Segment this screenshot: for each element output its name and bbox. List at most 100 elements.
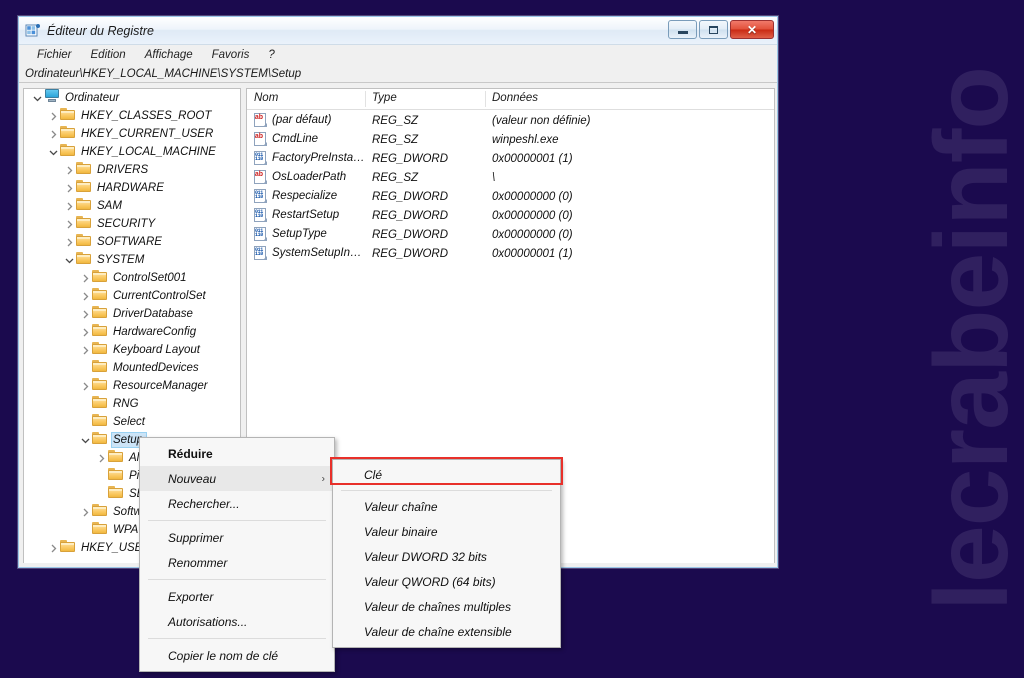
value-name-cell: 011 110 FactoryPreInstall... [247,150,365,165]
tree-item-hkey-current-user[interactable]: HKEY_CURRENT_USER [24,125,240,143]
tree-item-label: HKEY_CURRENT_USER [81,128,214,140]
minimize-button[interactable] [668,20,697,39]
table-row[interactable]: ab CmdLine REG_SZ winpeshl.exe [247,129,774,148]
chevron-right-icon[interactable] [62,166,76,175]
chevron-right-icon[interactable] [62,202,76,211]
chevron-right-icon[interactable] [94,454,108,463]
chevron-right-icon[interactable] [78,274,92,283]
submenu-item-clé[interactable]: Clé [333,462,560,487]
context-menu-item-copier-le-nom-de-cl[interactable]: Copier le nom de clé [140,643,334,668]
table-row[interactable]: 011 110 RestartSetup REG_DWORD 0x00000000 (0… [247,205,774,224]
chevron-down-icon[interactable] [78,436,92,445]
menu-favoris[interactable]: Favoris [212,49,250,61]
table-row[interactable]: ab (par défaut) REG_SZ (valeur non définie) [247,110,774,129]
tree-item-software[interactable]: SOFTWARE [24,233,240,251]
submenu-item-valeur-qword-(64-bits)[interactable]: Valeur QWORD (64 bits) [333,569,560,594]
tree-item-hardwareconfig[interactable]: HardwareConfig [24,323,240,341]
submenu-item-valeur-de-cha-ne-extensible[interactable]: Valeur de chaîne extensible [333,619,560,644]
tree-item-controlset001[interactable]: ControlSet001 [24,269,240,287]
chevron-right-icon[interactable] [78,292,92,301]
table-row[interactable]: ab OsLoaderPath REG_SZ \ [247,167,774,186]
chevron-right-icon[interactable] [78,382,92,391]
context-menu-item-label: Réduire [168,446,213,461]
tree-item-hkey-classes-root[interactable]: HKEY_CLASSES_ROOT [24,107,240,125]
column-header-type[interactable]: Type [365,89,485,109]
context-menu-item-rechercher[interactable]: Rechercher... [140,491,334,516]
chevron-right-icon[interactable] [78,346,92,355]
value-name-cell: 011 110 SystemSetupInP... [247,245,365,260]
chevron-right-icon[interactable] [46,130,60,139]
context-menu-item-r-duire[interactable]: Réduire [140,441,334,466]
context-menu-item-supprimer[interactable]: Supprimer [140,525,334,550]
submenu-item-valeur-cha-ne[interactable]: Valeur chaîne [333,494,560,519]
menu-edition[interactable]: Edition [91,49,126,61]
chevron-right-icon[interactable] [78,508,92,517]
tree-item-security[interactable]: SECURITY [24,215,240,233]
chevron-right-icon[interactable] [46,112,60,121]
value-name-cell: ab CmdLine [247,131,365,146]
value-name-cell: 011 110 SetupType [247,226,365,241]
context-menu-item-label: Supprimer [168,530,224,545]
maximize-button[interactable] [699,20,728,39]
chevron-right-icon[interactable] [46,544,60,553]
chevron-right-icon[interactable] [78,328,92,337]
tree-item-hkey-local-machine[interactable]: HKEY_LOCAL_MACHINE [24,143,240,161]
value-type-cell: REG_SZ [365,111,485,129]
column-header-donn-es[interactable]: Données [485,89,774,109]
table-row[interactable]: 011 110 Respecialize REG_DWORD 0x00000000 (0… [247,186,774,205]
tree-item-driverdatabase[interactable]: DriverDatabase [24,305,240,323]
submenu-item-label: Valeur binaire [364,524,438,539]
folder-icon [92,359,108,372]
value-type-cell: REG_SZ [365,168,485,186]
submenu-item-valeur-dword-32-bits[interactable]: Valeur DWORD 32 bits [333,544,560,569]
submenu-item-label: Valeur DWORD 32 bits [364,549,487,564]
chevron-down-icon[interactable] [62,256,76,265]
title-bar[interactable]: Éditeur du Registre ✕ [19,17,777,45]
tree-item-drivers[interactable]: DRIVERS [24,161,240,179]
chevron-down-icon[interactable] [30,94,44,103]
context-menu-item-nouveau[interactable]: Nouveau › [140,466,334,491]
chevron-right-icon[interactable] [78,310,92,319]
tree-item-system[interactable]: SYSTEM [24,251,240,269]
tree-item-rng[interactable]: RNG [24,395,240,413]
context-menu-item-renommer[interactable]: Renommer [140,550,334,575]
tree-item-select[interactable]: Select [24,413,240,431]
tree-item-label: RNG [113,398,139,410]
table-row[interactable]: 011 110 FactoryPreInstall... REG_DWORD 0x000… [247,148,774,167]
folder-icon [60,125,76,143]
tree-item-resourcemanager[interactable]: ResourceManager [24,377,240,395]
table-row[interactable]: 011 110 SetupType REG_DWORD 0x00000000 (0) [247,224,774,243]
submenu-item-valeur-de-cha-nes-multiples[interactable]: Valeur de chaînes multiples [333,594,560,619]
chevron-right-icon[interactable] [62,238,76,247]
tree-item-currentcontrolset[interactable]: CurrentControlSet [24,287,240,305]
tree-item-hardware[interactable]: HARDWARE [24,179,240,197]
new-submenu: Clé Valeur chaîne Valeur binaire Valeur DWO… [332,459,561,648]
menu-[interactable]: ? [268,49,274,61]
menu-fichier[interactable]: Fichier [37,49,72,61]
value-type: REG_DWORD [372,228,449,241]
chevron-down-icon[interactable] [46,148,60,157]
close-button[interactable]: ✕ [730,20,774,39]
menu-affichage[interactable]: Affichage [145,49,193,61]
minimize-icon [677,31,688,34]
address-path: Ordinateur\HKEY_LOCAL_MACHINE\SYSTEM\Set… [25,67,302,80]
value-data-cell: 0x00000001 (1) [485,149,774,167]
tree-item-sam[interactable]: SAM [24,197,240,215]
submenu-item-valeur-binaire[interactable]: Valeur binaire [333,519,560,544]
value-data: winpeshl.exe [492,133,559,146]
table-row[interactable]: 011 110 SystemSetupInP... REG_DWORD 0x000000… [247,243,774,262]
tree-item-label: HKEY_CLASSES_ROOT [81,110,212,122]
chevron-right-icon[interactable] [62,184,76,193]
tree-item-label: MountedDevices [113,362,199,374]
column-header-nom[interactable]: Nom [247,89,365,109]
tree-item-ordinateur[interactable]: Ordinateur [24,89,240,107]
context-menu-item-autorisations[interactable]: Autorisations... [140,609,334,634]
tree-item-keyboard-layout[interactable]: Keyboard Layout [24,341,240,359]
chevron-right-icon[interactable] [62,220,76,229]
window-controls: ✕ [668,20,774,39]
value-type: REG_SZ [372,114,419,127]
folder-icon [60,125,76,138]
tree-item-mounteddevices[interactable]: MountedDevices [24,359,240,377]
address-bar[interactable]: Ordinateur\HKEY_LOCAL_MACHINE\SYSTEM\Set… [19,65,777,83]
context-menu-item-exporter[interactable]: Exporter [140,584,334,609]
